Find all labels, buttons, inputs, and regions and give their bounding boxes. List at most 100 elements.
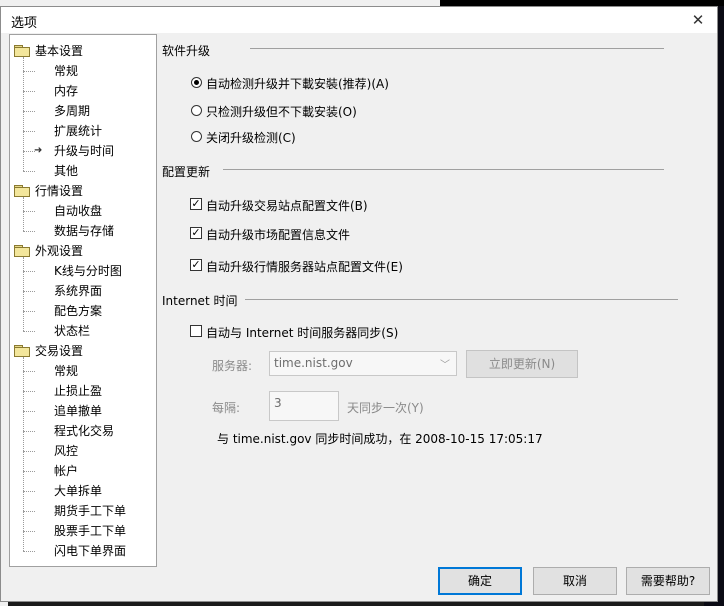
- checkbox-internet-sync-label: 自动与 Internet 时间服务器同步(S): [206, 326, 399, 340]
- tree-connector: [23, 271, 35, 272]
- tree-connector: [23, 197, 24, 231]
- checkbox-trade-site-config-label: 自动升级交易站点配置文件(B): [206, 199, 368, 213]
- tree-item-label: 追单撤单: [54, 404, 103, 418]
- checkbox-quote-server-config[interactable]: ✓: [190, 259, 202, 271]
- tree-connector: [23, 471, 35, 472]
- tree-connector: [23, 171, 35, 172]
- server-select-value: time.nist.gov: [274, 356, 353, 370]
- tree-connector: [23, 431, 35, 432]
- chevron-down-icon: ﹀: [440, 360, 450, 371]
- settings-tree: 基本设置 常规 内存 多周期 扩展统计 ➜ 升级与时间 其他 行情设置 自动收盘 数据与存储 外观设置…: [9, 34, 157, 567]
- tree-connector: [23, 311, 35, 312]
- tree-item-label: 其他: [54, 164, 79, 178]
- tree-item[interactable]: 帐户: [10, 461, 150, 481]
- tree-connector: [23, 511, 35, 512]
- tree-item-label: 帐户: [54, 464, 79, 478]
- tree-item[interactable]: 系统界面: [10, 281, 150, 301]
- radio-disable-check[interactable]: [191, 131, 202, 142]
- tree-item[interactable]: 自动收盘: [10, 201, 150, 221]
- tree-connector: [23, 451, 35, 452]
- tree-item-label: 风控: [54, 444, 79, 458]
- tree-connector: [23, 411, 35, 412]
- checkbox-market-config[interactable]: ✓: [190, 227, 202, 239]
- selected-arrow-icon: ➜: [34, 145, 43, 156]
- tree-item[interactable]: 股票手工下单: [10, 521, 150, 541]
- title-bar: 选项 ✕: [1, 7, 717, 33]
- tree-group-label: 行情设置: [35, 184, 84, 198]
- tree-item-label: 数据与存储: [54, 224, 115, 238]
- tree-item-label: 程式化交易: [54, 424, 115, 438]
- tree-item-label: 状态栏: [54, 324, 91, 338]
- tree-connector: [23, 491, 35, 492]
- tree-connector: [23, 71, 35, 72]
- tree-item-label: 常规: [54, 64, 79, 78]
- tree-item[interactable]: ➜ 升级与时间: [10, 141, 150, 161]
- tree-connector: [23, 551, 35, 552]
- tree-connector: [23, 91, 35, 92]
- tree-connector: [23, 291, 35, 292]
- tree-item[interactable]: 闪电下单界面: [10, 541, 150, 561]
- tree-item-label: 闪电下单界面: [54, 544, 127, 558]
- radio-auto-upgrade[interactable]: [191, 77, 202, 88]
- server-select[interactable]: time.nist.gov ﹀: [269, 351, 457, 376]
- tree-item[interactable]: 风控: [10, 441, 150, 461]
- tree-item[interactable]: 状态栏: [10, 321, 150, 341]
- tree-item[interactable]: 内存: [10, 81, 150, 101]
- tree-connector: [23, 391, 35, 392]
- tree-item-label: 内存: [54, 84, 79, 98]
- tree-item[interactable]: 数据与存储: [10, 221, 150, 241]
- section-title-upgrade: 软件升级: [162, 44, 211, 58]
- tree-group-label: 交易设置: [35, 344, 84, 358]
- tree-item[interactable]: 期货手工下单: [10, 501, 150, 521]
- tree-item[interactable]: 配色方案: [10, 301, 150, 321]
- folder-icon: [14, 345, 30, 357]
- close-icon[interactable]: ✕: [687, 9, 709, 31]
- help-button[interactable]: 需要帮助?: [626, 567, 710, 595]
- checkbox-internet-sync[interactable]: [190, 325, 202, 337]
- tree-group-label: 外观设置: [35, 244, 84, 258]
- server-label: 服务器:: [212, 359, 253, 373]
- tree-item-label: 自动收盘: [54, 204, 103, 218]
- tree-connector: [23, 111, 35, 112]
- tree-item[interactable]: 常规: [10, 361, 150, 381]
- tree-connector: [23, 357, 24, 551]
- update-now-button[interactable]: 立即更新(N): [466, 350, 578, 378]
- tree-connector: [23, 211, 35, 212]
- tree-item[interactable]: 多周期: [10, 101, 150, 121]
- section-title-config: 配置更新: [162, 165, 211, 179]
- tree-connector: [23, 231, 35, 232]
- tree-item-label: 止损止盈: [54, 384, 103, 398]
- checkbox-trade-site-config[interactable]: ✓: [190, 198, 202, 210]
- radio-check-only[interactable]: [191, 105, 202, 116]
- folder-icon: [14, 245, 30, 257]
- options-dialog: 选项 ✕ 基本设置 常规 内存 多周期 扩展统计 ➜ 升级与时间 其他 行情设置 自动收盘 数据与存…: [0, 6, 718, 602]
- tree-item[interactable]: 追单撤单: [10, 401, 150, 421]
- tree-item-label: 大单拆单: [54, 484, 103, 498]
- tree-item[interactable]: 止损止盈: [10, 381, 150, 401]
- folder-icon: [14, 45, 30, 57]
- folder-icon: [14, 185, 30, 197]
- interval-input-value: 3: [274, 396, 282, 410]
- section-title-internet-time: Internet 时间: [162, 294, 238, 308]
- tree-item-label: 多周期: [54, 104, 91, 118]
- tree-item[interactable]: 大单拆单: [10, 481, 150, 501]
- tree-item[interactable]: 其他: [10, 161, 150, 181]
- tree-item[interactable]: 扩展统计: [10, 121, 150, 141]
- tree-connector: [23, 331, 35, 332]
- interval-input[interactable]: 3: [269, 391, 339, 421]
- ok-button[interactable]: 确定: [438, 567, 522, 595]
- cancel-button[interactable]: 取消: [533, 567, 617, 595]
- tree-item[interactable]: 程式化交易: [10, 421, 150, 441]
- tree-item-label: 股票手工下单: [54, 524, 127, 538]
- tree-connector: [23, 371, 35, 372]
- tree-item-label: 常规: [54, 364, 79, 378]
- checkbox-market-config-label: 自动升级市场配置信息文件: [206, 228, 351, 242]
- tree-item[interactable]: 常规: [10, 61, 150, 81]
- radio-check-only-label: 只检测升级但不下載安装(O): [206, 105, 357, 119]
- tree-connector: [23, 257, 24, 331]
- radio-auto-upgrade-label: 自动检测升级并下載安裝(推荐)(A): [206, 77, 389, 91]
- tree-item[interactable]: K线与分时图: [10, 261, 150, 281]
- interval-suffix: 天同步一次(Y): [347, 401, 424, 415]
- tree-item-label: 期货手工下单: [54, 504, 127, 518]
- section-divider: [223, 169, 664, 170]
